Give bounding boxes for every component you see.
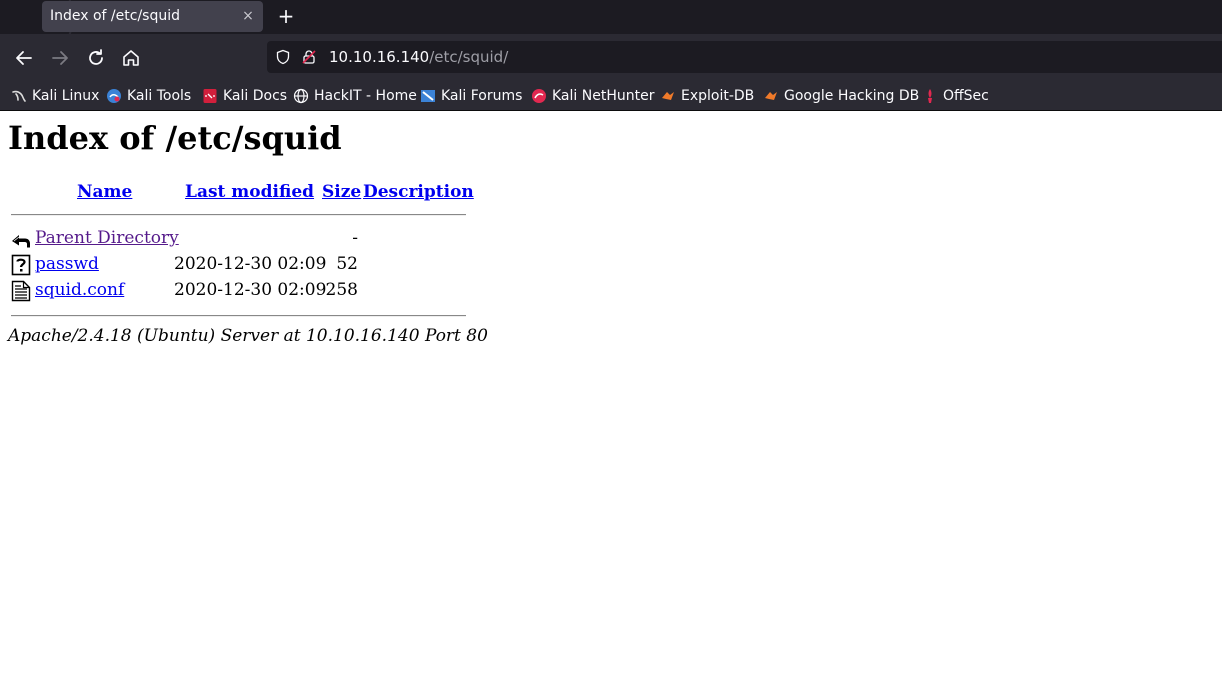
- file-link[interactable]: Parent Directory: [35, 228, 179, 248]
- nav-bar: 10.10.16.140/etc/squid/: [0, 34, 1222, 82]
- unknown-file-icon: [11, 254, 31, 276]
- bookmarks-bar: Kali Linux Kali Tools Kali Docs HackIT -…: [0, 82, 1222, 111]
- bookmark-kali-linux[interactable]: Kali Linux: [11, 86, 99, 106]
- text-file-icon: [11, 280, 31, 302]
- column-header-last-modified[interactable]: Last modified: [185, 182, 314, 202]
- kali-forums-icon: [421, 90, 435, 102]
- bookmark-label: OffSec: [943, 88, 989, 104]
- home-button[interactable]: [119, 46, 143, 70]
- bookmark-label: Kali Docs: [223, 88, 288, 104]
- url-text[interactable]: 10.10.16.140/etc/squid/: [329, 48, 508, 66]
- url-bar[interactable]: 10.10.16.140/etc/squid/: [267, 41, 1222, 73]
- table-row: passwd 2020-12-30 02:09 52: [8, 253, 478, 277]
- tracking-shield-icon[interactable]: [275, 49, 291, 65]
- header-divider: [11, 214, 466, 216]
- file-date: 2020-12-30 02:09: [174, 280, 327, 300]
- nethunter-icon: [532, 89, 546, 103]
- bookmark-exploit-db[interactable]: Exploit-DB: [660, 86, 754, 106]
- back-arrow-icon: [16, 51, 32, 65]
- forward-button[interactable]: [48, 46, 72, 70]
- tab-bar: Index of /etc/squid × +: [0, 0, 1222, 34]
- column-header-size[interactable]: Size: [322, 182, 361, 202]
- page-title: Index of /etc/squid: [8, 119, 342, 157]
- url-path: /etc/squid/: [429, 48, 509, 66]
- bookmark-label: HackIT - Home: [314, 88, 417, 104]
- kali-docs-icon: [203, 89, 217, 103]
- bookmark-hackit-home[interactable]: HackIT - Home: [293, 86, 417, 106]
- url-host: 10.10.16.140: [329, 48, 430, 66]
- offsec-icon: [928, 89, 932, 103]
- tab-close-icon[interactable]: ×: [239, 7, 257, 25]
- bookmark-kali-docs[interactable]: Kali Docs: [202, 86, 287, 106]
- file-size: 258: [325, 280, 358, 300]
- back-arrow-icon: [12, 235, 30, 248]
- tab-title: Index of /etc/squid: [50, 8, 180, 24]
- footer-divider: [11, 315, 466, 317]
- reload-icon: [89, 49, 103, 65]
- bookmark-label: Kali Linux: [32, 88, 100, 104]
- new-tab-button[interactable]: +: [275, 5, 297, 27]
- exploit-db-icon: [662, 92, 674, 100]
- tab-active[interactable]: Index of /etc/squid ×: [42, 1, 263, 32]
- directory-listing: Name Last modified Size Description Pare…: [8, 179, 478, 389]
- table-row: squid.conf 2020-12-30 02:09 258: [8, 279, 478, 303]
- file-size: 52: [336, 254, 358, 274]
- file-size: -: [352, 228, 358, 248]
- forward-arrow-icon: [52, 51, 68, 65]
- back-button[interactable]: [12, 46, 36, 70]
- kali-tools-icon: [107, 89, 121, 103]
- bookmark-offsec[interactable]: OffSec: [922, 86, 989, 106]
- server-signature: Apache/2.4.18 (Ubuntu) Server at 10.10.1…: [8, 326, 488, 346]
- bookmark-kali-tools[interactable]: Kali Tools: [106, 86, 191, 106]
- file-link[interactable]: squid.conf: [35, 280, 124, 300]
- bookmark-kali-nethunter[interactable]: Kali NetHunter: [531, 86, 654, 106]
- home-icon: [123, 50, 139, 66]
- bookmark-label: Google Hacking DB: [784, 88, 920, 104]
- column-header-name[interactable]: Name: [77, 182, 132, 202]
- file-link[interactable]: passwd: [35, 254, 99, 274]
- bookmark-label: Kali NetHunter: [552, 88, 655, 104]
- table-row: Parent Directory -: [8, 227, 478, 251]
- page-content: Index of /etc/squid Name Last modified S…: [8, 111, 1214, 684]
- bookmark-label: Exploit-DB: [681, 88, 755, 104]
- bookmark-google-hacking-db[interactable]: Google Hacking DB: [763, 86, 919, 106]
- bookmark-label: Kali Tools: [127, 88, 192, 104]
- kali-dragon-icon: [12, 90, 26, 102]
- bookmark-kali-forums[interactable]: Kali Forums: [420, 86, 522, 106]
- reload-button[interactable]: [84, 46, 108, 70]
- ghdb-icon: [765, 92, 777, 100]
- globe-icon: [293, 88, 309, 104]
- file-date: 2020-12-30 02:09: [174, 254, 327, 274]
- bookmark-label: Kali Forums: [441, 88, 523, 104]
- column-header-description[interactable]: Description: [363, 182, 474, 202]
- insecure-lock-icon[interactable]: [301, 49, 317, 65]
